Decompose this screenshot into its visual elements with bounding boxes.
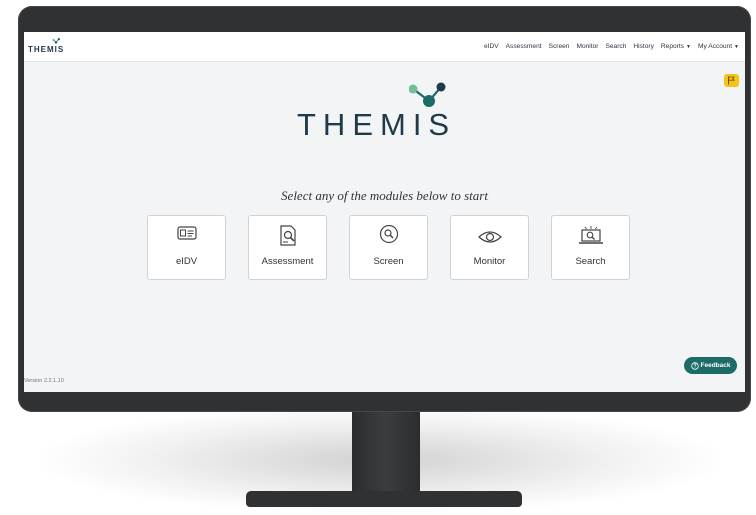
brand-logo[interactable]: THEMIS	[28, 45, 64, 54]
chevron-down-icon: ▼	[734, 44, 739, 50]
eye-icon	[477, 231, 502, 243]
module-label: Screen	[373, 256, 404, 267]
chevron-down-icon: ▼	[686, 44, 691, 50]
laptop-search-icon	[578, 226, 603, 244]
svg-text:?: ?	[693, 363, 696, 369]
module-search-button[interactable]: Search	[551, 215, 630, 280]
magnifier-icon	[379, 225, 398, 244]
monitor-frame: THEMIS eIDV Assessment Screen Monitor Se…	[18, 6, 751, 412]
module-grid: eIDV Assessment Screen Monitor Search	[147, 215, 630, 280]
monitor-stand-base	[246, 491, 522, 507]
nav-account-label: My Account	[697, 43, 733, 50]
brand-logo-icon	[52, 38, 60, 44]
nav-reports-dropdown[interactable]: Reports ▼	[661, 43, 691, 50]
flag-button[interactable]	[724, 74, 739, 87]
feedback-button[interactable]: ? Feedback	[684, 357, 737, 374]
feedback-label: Feedback	[700, 362, 731, 369]
module-prompt: Select any of the modules below to start	[281, 188, 488, 203]
app-screen: THEMIS eIDV Assessment Screen Monitor Se…	[24, 32, 745, 392]
help-circle-icon: ?	[690, 361, 699, 369]
main-nav: eIDV Assessment Screen Monitor Search Hi…	[484, 43, 739, 50]
nav-eidv[interactable]: eIDV	[484, 43, 499, 50]
nav-assessment[interactable]: Assessment	[506, 43, 542, 50]
module-label: Assessment	[261, 256, 314, 267]
module-assessment-button[interactable]: Assessment	[248, 215, 327, 280]
module-label: eIDV	[175, 256, 198, 267]
nav-search[interactable]: Search	[605, 43, 626, 50]
version-label: Version 2.2.1.10	[24, 378, 64, 384]
themis-logo-text: THEMIS	[297, 107, 457, 142]
top-navbar: THEMIS eIDV Assessment Screen Monitor Se…	[24, 32, 745, 62]
monitor-stand-neck	[352, 412, 420, 492]
id-card-icon	[176, 226, 197, 240]
module-label: Search	[575, 256, 606, 267]
nav-history[interactable]: History	[633, 43, 654, 50]
nav-screen[interactable]: Screen	[549, 43, 570, 50]
module-eidv-button[interactable]: eIDV	[147, 215, 226, 280]
nav-reports-label: Reports	[660, 43, 684, 50]
nav-account-dropdown[interactable]: My Account ▼	[698, 43, 739, 50]
module-label: Monitor	[473, 256, 506, 267]
module-screen-button[interactable]: Screen	[349, 215, 428, 280]
module-monitor-button[interactable]: Monitor	[450, 215, 529, 280]
document-search-icon	[279, 225, 296, 246]
flag-icon	[728, 76, 735, 85]
nav-monitor[interactable]: Monitor	[576, 43, 598, 50]
